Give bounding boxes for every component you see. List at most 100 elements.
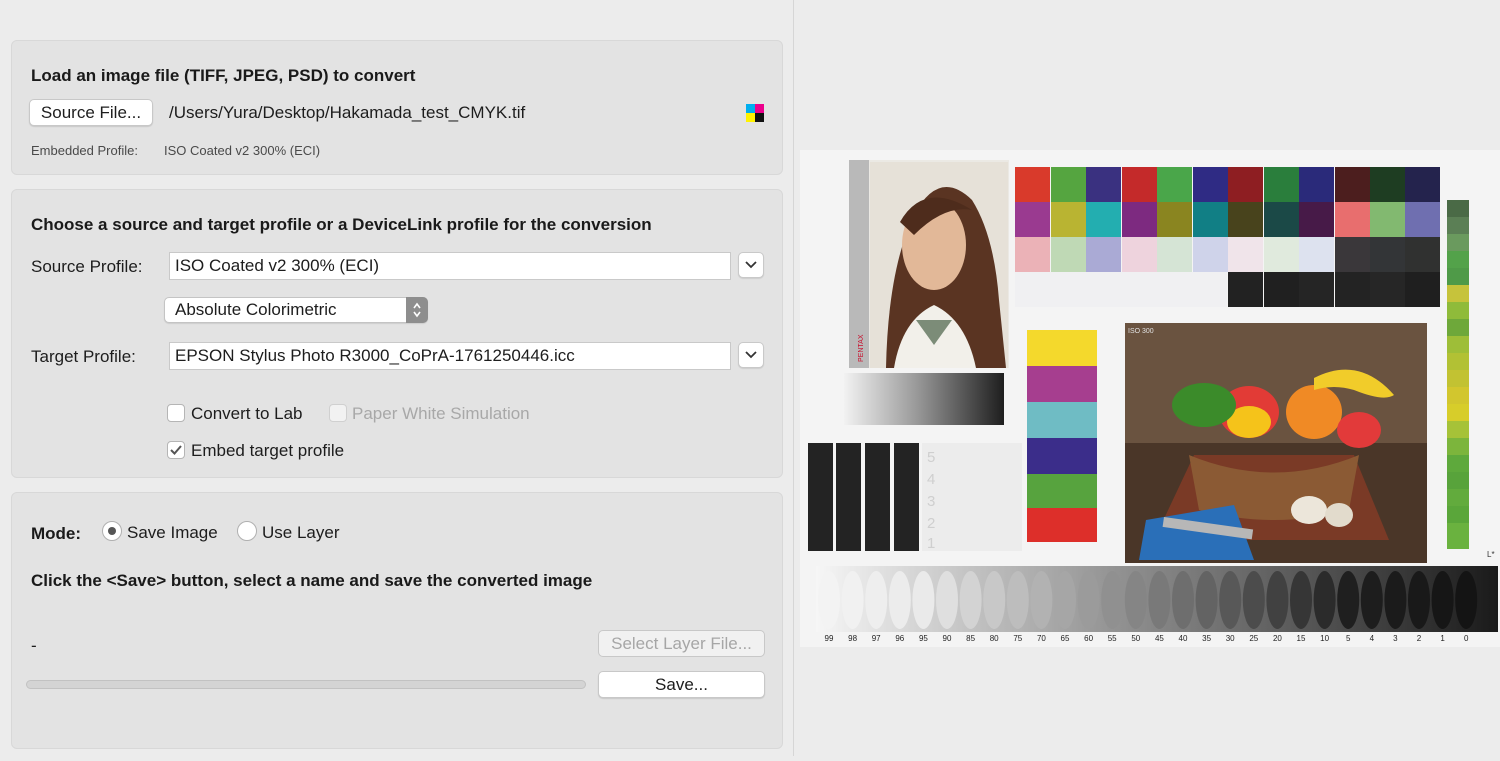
gray-step-label: 30 — [1226, 634, 1235, 643]
gray-step-ellipse — [1054, 571, 1076, 629]
status-text: - — [31, 636, 37, 655]
gray-step-ellipse — [983, 571, 1006, 629]
gray-step-label: 50 — [1131, 634, 1140, 643]
gray-step-ellipse — [865, 571, 888, 629]
gray-step-label: 0 — [1464, 634, 1469, 643]
gray-step-ellipse — [1266, 571, 1289, 629]
gray-step-label: 99 — [825, 634, 834, 643]
portrait-brand: PENTAX — [858, 334, 865, 362]
save-image-label: Save Image — [127, 523, 218, 542]
side-digit: 2 — [927, 515, 935, 532]
gray-step-ellipse — [1030, 571, 1053, 629]
converter-panel: Load an image file (TIFF, JPEG, PSD) to … — [0, 0, 793, 756]
gray-step-label: 4 — [1370, 634, 1375, 643]
save-instruction: Click the <Save> button, select a name a… — [31, 571, 593, 590]
gray-step-ellipse — [1408, 571, 1430, 629]
source-file-button[interactable]: Source File... — [29, 99, 153, 126]
convert-to-lab-label: Convert to Lab — [191, 404, 303, 423]
save-section: Mode: Save Image Use Layer Click the <Sa… — [11, 492, 783, 749]
mode-label: Mode: — [31, 524, 82, 543]
gray-step-label: 85 — [966, 634, 975, 643]
select-layer-file-button[interactable]: Select Layer File... — [598, 630, 765, 657]
paper-white-label: Paper White Simulation — [352, 404, 530, 423]
gray-step-ellipse — [1219, 571, 1242, 629]
progress-bar — [26, 680, 586, 689]
gray-step-label: 15 — [1297, 634, 1306, 643]
profile-heading: Choose a source and target profile or a … — [31, 215, 652, 234]
side-digit: 1 — [927, 535, 935, 552]
gray-step-ellipse — [1124, 571, 1147, 629]
rendering-intent-popup[interactable]: Absolute Colorimetric — [164, 297, 428, 323]
convert-to-lab-checkbox[interactable] — [167, 404, 185, 422]
file-path: /Users/Yura/Desktop/Hakamada_test_CMYK.t… — [169, 103, 526, 122]
use-layer-radio[interactable] — [237, 521, 257, 541]
chevron-down-icon — [745, 351, 757, 359]
corner-label: L* — [1487, 550, 1495, 559]
gray-step-ellipse — [1195, 571, 1218, 629]
embedded-profile-value: ISO Coated v2 300% (ECI) — [164, 143, 321, 158]
rendering-intent-value: Absolute Colorimetric — [175, 300, 337, 319]
load-heading: Load an image file (TIFF, JPEG, PSD) to … — [31, 66, 416, 85]
gray-step-label: 90 — [943, 634, 952, 643]
gray-step-ellipse — [1242, 571, 1265, 629]
embed-profile-label: Embed target profile — [191, 441, 345, 460]
gray-step-ellipse — [1431, 571, 1454, 629]
gray-step-ellipse — [1384, 571, 1407, 629]
source-profile-field[interactable]: ISO Coated v2 300% (ECI) — [169, 252, 731, 280]
gray-step-ellipse — [841, 571, 864, 629]
gray-step-ellipse — [1148, 571, 1171, 629]
gray-step-label: 55 — [1108, 634, 1117, 643]
save-button[interactable]: Save... — [598, 671, 765, 698]
gray-step-ellipse — [959, 571, 982, 629]
gray-step-ellipse — [1455, 571, 1478, 629]
paper-white-checkbox[interactable] — [329, 404, 347, 422]
gray-step-label: 35 — [1202, 634, 1211, 643]
gray-step-label: 45 — [1155, 634, 1164, 643]
target-profile-field[interactable]: EPSON Stylus Photo R3000_CoPrA-176125044… — [169, 342, 731, 370]
gray-step-label: 80 — [990, 634, 999, 643]
gray-step-ellipse — [1077, 571, 1100, 629]
gray-step-label: 10 — [1320, 634, 1329, 643]
gray-step-ellipse — [1337, 571, 1360, 629]
chevron-down-icon — [745, 261, 757, 269]
gray-step-ellipse — [818, 571, 840, 629]
stepper-icon — [406, 297, 428, 323]
gray-step-label: 25 — [1249, 634, 1258, 643]
gray-step-ellipse — [1360, 571, 1383, 629]
test-chart-preview: PENTAX 5 4 3 2 1 ISO 300 L* 99 98 97 96 … — [800, 150, 1500, 647]
gray-step-label: 3 — [1393, 634, 1398, 643]
source-profile-label: Source Profile: — [31, 257, 143, 276]
gray-step-ellipse — [888, 571, 911, 629]
gray-step-ellipse — [936, 571, 958, 629]
gray-step-label: 5 — [1346, 634, 1351, 643]
save-image-radio[interactable] — [102, 521, 122, 541]
source-profile-dropdown[interactable] — [738, 252, 764, 278]
gray-step-ellipse — [1313, 571, 1336, 629]
gray-step-ellipse — [1006, 571, 1029, 629]
gray-step-label: 75 — [1013, 634, 1022, 643]
gray-step-label: 98 — [848, 634, 857, 643]
gray-step-ellipse — [1290, 571, 1312, 629]
gray-step-label: 20 — [1273, 634, 1282, 643]
profile-section: Choose a source and target profile or a … — [11, 189, 783, 478]
gray-step-label: 97 — [872, 634, 881, 643]
load-section: Load an image file (TIFF, JPEG, PSD) to … — [11, 40, 783, 175]
gray-step-label: 70 — [1037, 634, 1046, 643]
target-profile-dropdown[interactable] — [738, 342, 764, 368]
side-digit: 3 — [927, 493, 935, 510]
use-layer-label: Use Layer — [262, 523, 340, 542]
side-digit: 4 — [927, 471, 935, 488]
photo-label: ISO 300 — [1128, 328, 1154, 335]
gray-step-label: 2 — [1417, 634, 1422, 643]
gray-step-ellipse — [912, 571, 935, 629]
gray-step-ellipse — [1101, 571, 1124, 629]
image-preview: PENTAX 5 4 3 2 1 ISO 300 L* 99 98 97 96 … — [794, 0, 1500, 756]
gray-step-label: 1 — [1440, 634, 1445, 643]
embedded-profile-label: Embedded Profile: — [31, 143, 138, 158]
embed-profile-checkbox[interactable] — [167, 441, 185, 459]
gray-step-label: 60 — [1084, 634, 1093, 643]
gray-step-label: 40 — [1179, 634, 1188, 643]
target-profile-label: Target Profile: — [31, 347, 136, 366]
gray-step-label: 95 — [919, 634, 928, 643]
cmyk-icon — [746, 104, 764, 122]
